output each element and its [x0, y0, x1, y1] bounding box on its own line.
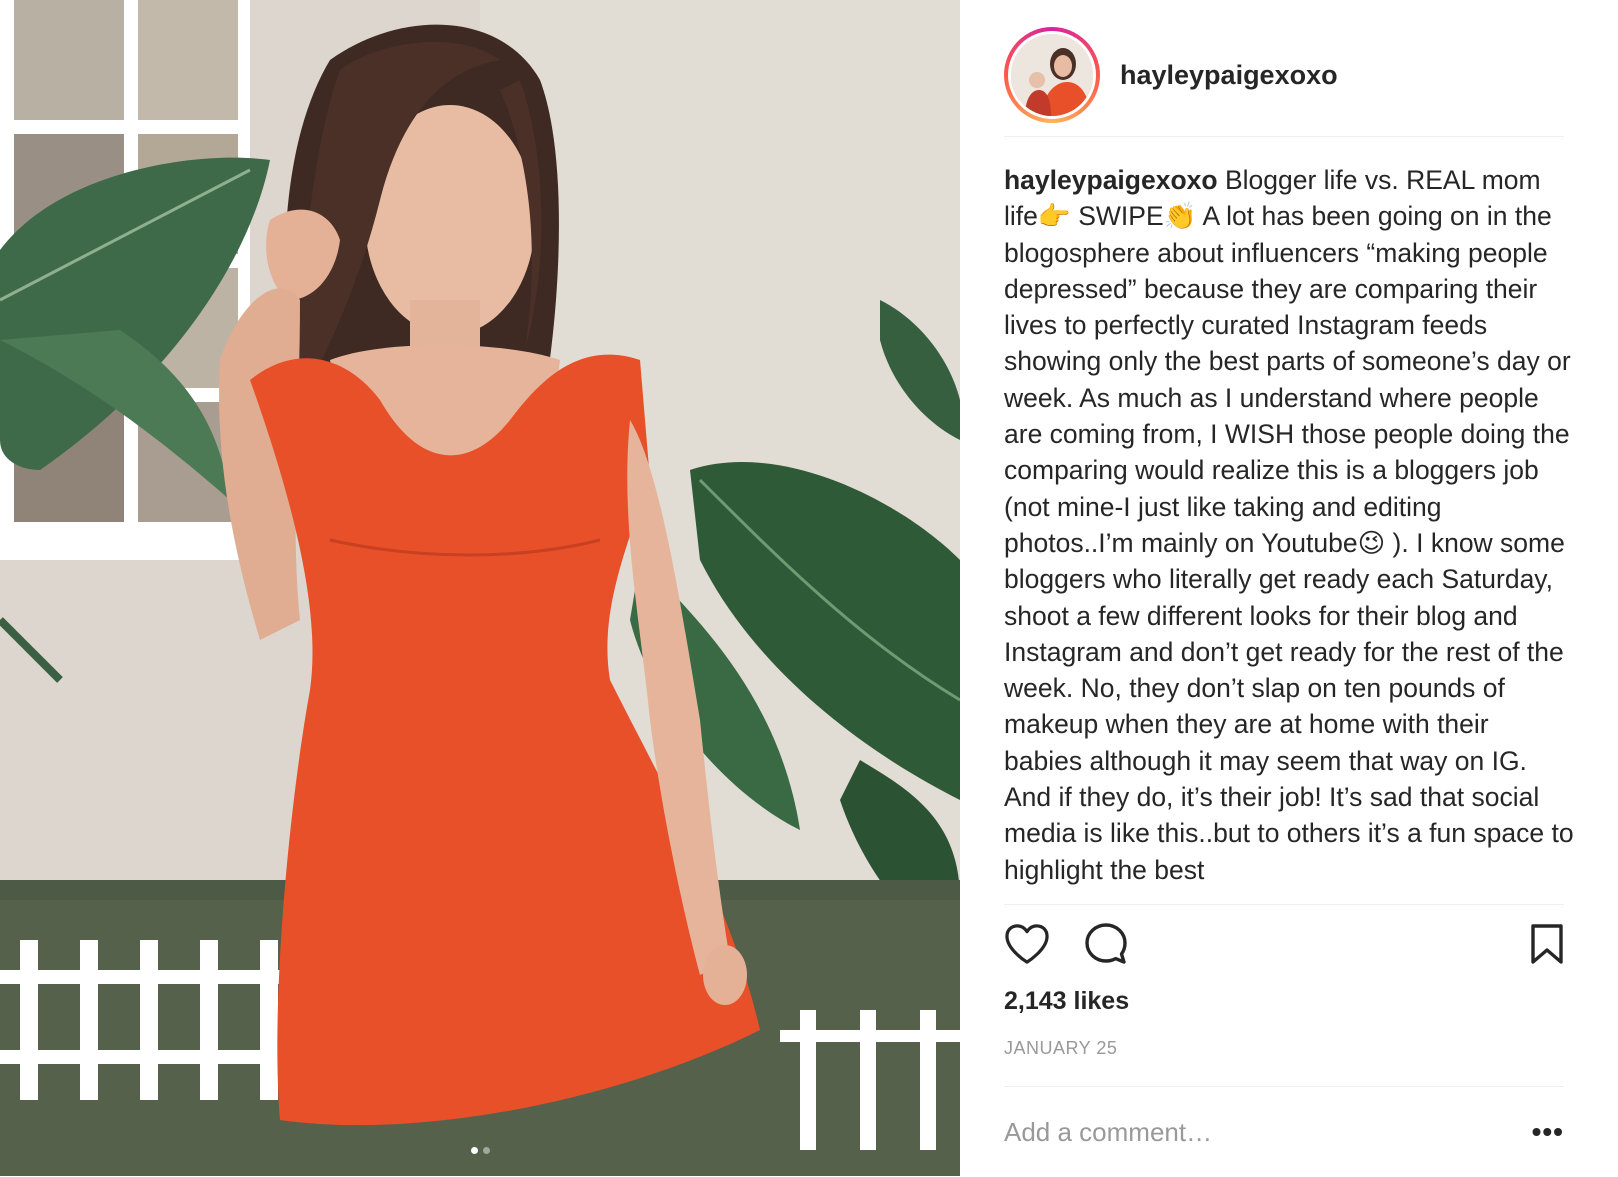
- more-options-button[interactable]: •••: [1532, 1118, 1564, 1146]
- like-button[interactable]: [1004, 918, 1056, 970]
- comment-input[interactable]: [1004, 1116, 1484, 1148]
- avatar-image: [1011, 34, 1093, 116]
- save-button[interactable]: [1512, 918, 1564, 970]
- caption-text: Blogger life vs. REAL mom life👉 SWIPE👏 A…: [1004, 165, 1574, 885]
- heart-icon: [1005, 924, 1049, 964]
- post-photo[interactable]: [0, 0, 960, 1176]
- post-author-username[interactable]: hayleypaigexoxo: [1120, 60, 1338, 91]
- post-details-panel: hayleypaigexoxo hayleypaigexoxo Blogger …: [960, 0, 1618, 1176]
- comment-icon: [1085, 923, 1127, 964]
- comment-button[interactable]: [1084, 918, 1136, 970]
- like-count[interactable]: 2,143 likes: [1004, 987, 1564, 1016]
- action-icons-row: [1004, 905, 1564, 983]
- post-actions: 2,143 likes JANUARY 25: [1004, 904, 1564, 1059]
- caption-container: hayleypaigexoxo Blogger life vs. REAL mo…: [1004, 162, 1574, 902]
- carousel-dot-1[interactable]: [470, 1147, 478, 1154]
- comment-bar: •••: [1004, 1086, 1564, 1177]
- bookmark-icon: [1531, 924, 1563, 964]
- post-photo-illustration: [0, 0, 960, 1176]
- post-header: hayleypaigexoxo: [1004, 14, 1564, 137]
- caption-username[interactable]: hayleypaigexoxo: [1004, 165, 1218, 195]
- carousel-indicator[interactable]: [0, 1147, 960, 1154]
- instagram-post: hayleypaigexoxo hayleypaigexoxo Blogger …: [0, 0, 1618, 1176]
- post-caption: hayleypaigexoxo Blogger life vs. REAL mo…: [1004, 162, 1574, 888]
- avatar[interactable]: [1004, 27, 1100, 123]
- carousel-dot-2[interactable]: [482, 1147, 490, 1154]
- post-date[interactable]: JANUARY 25: [1004, 1038, 1564, 1059]
